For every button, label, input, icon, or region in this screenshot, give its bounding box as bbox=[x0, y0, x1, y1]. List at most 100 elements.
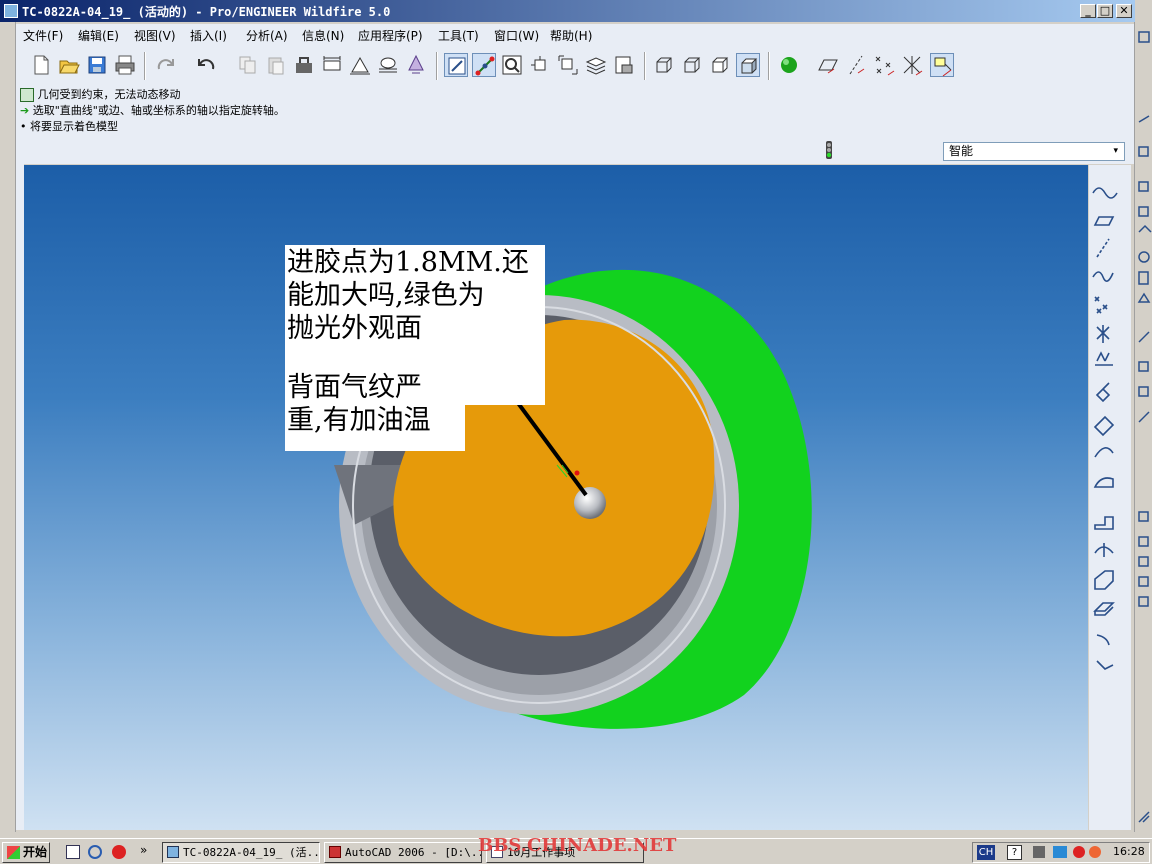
task-proe[interactable]: TC-0822A-04_19_ (活... bbox=[162, 842, 320, 863]
ime-indicator[interactable]: CH bbox=[977, 845, 995, 860]
zoom-in-icon[interactable] bbox=[500, 53, 524, 77]
model-canvas[interactable] bbox=[24, 165, 1088, 830]
spin-center-icon[interactable] bbox=[472, 53, 496, 77]
analysis-feature-icon bbox=[1095, 351, 1113, 366]
paste-icon[interactable] bbox=[264, 53, 288, 77]
close-button[interactable]: ✕ bbox=[1116, 4, 1132, 18]
save-icon[interactable] bbox=[85, 53, 109, 77]
hidden-line-icon[interactable] bbox=[680, 53, 704, 77]
window-title: TC-0822A-04_19_ (活动的) - Pro/ENGINEER Wil… bbox=[22, 5, 391, 19]
datum-curve-icon bbox=[1092, 271, 1114, 282]
saved-views-icon[interactable] bbox=[612, 53, 636, 77]
datum-dot bbox=[574, 470, 580, 476]
task-autocad[interactable]: AutoCAD 2006 - [D:\... bbox=[324, 842, 482, 863]
toolbar-separator bbox=[644, 52, 646, 80]
new-file-icon[interactable] bbox=[29, 53, 53, 77]
no-hidden-icon[interactable] bbox=[708, 53, 732, 77]
filter-value: 智能 bbox=[949, 144, 974, 158]
ie-icon[interactable] bbox=[88, 845, 102, 859]
copy-icon[interactable] bbox=[236, 53, 260, 77]
browser-icon[interactable] bbox=[112, 845, 126, 859]
selection-filter-dropdown[interactable]: 智能 ▾ bbox=[943, 142, 1125, 161]
annotation-line: 重,有加油温 bbox=[287, 405, 431, 436]
refit-icon[interactable] bbox=[556, 53, 580, 77]
toolbar-separator bbox=[768, 52, 770, 80]
redo-icon[interactable] bbox=[154, 53, 178, 77]
menu-tools[interactable]: 工具(T) bbox=[438, 27, 479, 44]
message-row: ➔ 选取"直曲线"或边、轴或坐标系的轴以指定旋转轴。 bbox=[20, 102, 285, 118]
wireframe-icon[interactable] bbox=[652, 53, 676, 77]
open-file-icon[interactable] bbox=[57, 53, 81, 77]
show-desktop-icon[interactable] bbox=[66, 845, 80, 859]
appearance-icon[interactable] bbox=[778, 53, 802, 77]
title-bar[interactable]: TC-0822A-04_19_ (活动的) - Pro/ENGINEER Wil… bbox=[0, 0, 1135, 22]
task-label: AutoCAD 2006 - [D:\... bbox=[345, 846, 482, 859]
minimize-button[interactable]: _ bbox=[1080, 4, 1096, 18]
quicklaunch-more[interactable]: » bbox=[140, 843, 147, 857]
annotation-line: 背面气纹严 bbox=[287, 372, 422, 403]
menu-view[interactable]: 视图(V) bbox=[134, 27, 176, 44]
revolve-icon bbox=[1094, 447, 1114, 458]
arrow-right-icon: ➔ bbox=[20, 104, 30, 117]
print-icon[interactable] bbox=[113, 53, 137, 77]
repaint-icon[interactable] bbox=[444, 53, 468, 77]
datum-axis-icon bbox=[1096, 238, 1110, 258]
start-button[interactable]: 开始 bbox=[2, 842, 50, 863]
watermark-text: BBS.CHINADE.NET bbox=[478, 835, 677, 856]
sweep-icon bbox=[1093, 477, 1114, 488]
graphics-viewport[interactable]: 进胶点为1.8MM.还 能加大吗,绿色为 抛光外观面 背面气纹严 重,有加油温 bbox=[24, 165, 1088, 830]
extrude-icon bbox=[1093, 415, 1115, 437]
menu-analysis[interactable]: 分析(A) bbox=[246, 27, 288, 44]
main-toolbar bbox=[16, 46, 1134, 84]
model-tree-icon[interactable] bbox=[404, 53, 428, 77]
menu-help[interactable]: 帮助(H) bbox=[550, 27, 592, 44]
menu-insert[interactable]: 插入(I) bbox=[190, 27, 227, 44]
tray-browser-icon[interactable] bbox=[1073, 846, 1085, 858]
shading-icon[interactable] bbox=[736, 53, 760, 77]
menu-bar: 文件(F) 编辑(E) 视图(V) 插入(I) 分析(A) 信息(N) 应用程序… bbox=[16, 24, 1134, 46]
message-line: 选取"直曲线"或边、轴或坐标系的轴以指定旋转轴。 bbox=[32, 104, 285, 117]
annotation-line: 能加大吗,绿色为 bbox=[287, 280, 485, 311]
toolbar-separator bbox=[436, 52, 438, 80]
round-icon bbox=[1094, 543, 1114, 557]
clock[interactable]: 16:28 bbox=[1113, 845, 1145, 858]
menu-edit[interactable]: 编辑(E) bbox=[78, 27, 119, 44]
annotation-line: 抛光外观面 bbox=[287, 313, 422, 344]
section-icon[interactable] bbox=[376, 53, 400, 77]
tray-app-icon[interactable] bbox=[1053, 846, 1067, 858]
menu-file[interactable]: 文件(F) bbox=[23, 27, 63, 44]
tray-antivirus-icon[interactable] bbox=[1089, 846, 1101, 858]
start-label: 开始 bbox=[23, 845, 48, 859]
task-label: TC-0822A-04_19_ (活... bbox=[183, 846, 320, 859]
datum-plane-display-icon[interactable] bbox=[816, 53, 840, 77]
status-light-icon bbox=[822, 140, 836, 160]
feature-toolbar bbox=[1089, 165, 1131, 830]
right-dock-strip bbox=[1134, 22, 1152, 832]
left-dock-strip bbox=[0, 22, 16, 832]
menu-info[interactable]: 信息(N) bbox=[302, 27, 344, 44]
menu-window[interactable]: 窗口(W) bbox=[494, 27, 539, 44]
autocad-icon bbox=[329, 846, 341, 858]
menu-applications[interactable]: 应用程序(P) bbox=[358, 27, 423, 44]
undo-icon[interactable] bbox=[194, 53, 218, 77]
datum-axis-display-icon[interactable] bbox=[844, 53, 868, 77]
gate-point[interactable] bbox=[574, 487, 606, 519]
left-panel-edge bbox=[16, 164, 24, 830]
message-row: 几何受到约束，无法动态移动 bbox=[20, 86, 181, 102]
windows-logo-icon bbox=[7, 846, 20, 859]
layers-icon[interactable] bbox=[584, 53, 608, 77]
csys-display-icon[interactable] bbox=[900, 53, 924, 77]
maximize-button[interactable]: □ bbox=[1097, 4, 1113, 18]
network-icon[interactable] bbox=[1033, 846, 1045, 858]
mass-properties-icon[interactable] bbox=[348, 53, 372, 77]
shell-icon bbox=[1093, 602, 1115, 616]
zoom-out-icon[interactable] bbox=[528, 53, 552, 77]
help-icon[interactable]: ? bbox=[1007, 845, 1022, 860]
regenerate-icon[interactable] bbox=[292, 53, 316, 77]
measure-icon[interactable] bbox=[320, 53, 344, 77]
csys-icon bbox=[1096, 325, 1110, 343]
chevron-down-icon: ▾ bbox=[1113, 146, 1118, 156]
annotation-display-icon[interactable] bbox=[930, 53, 954, 77]
datum-point-display-icon[interactable] bbox=[872, 53, 896, 77]
toolbar-separator bbox=[144, 52, 146, 80]
